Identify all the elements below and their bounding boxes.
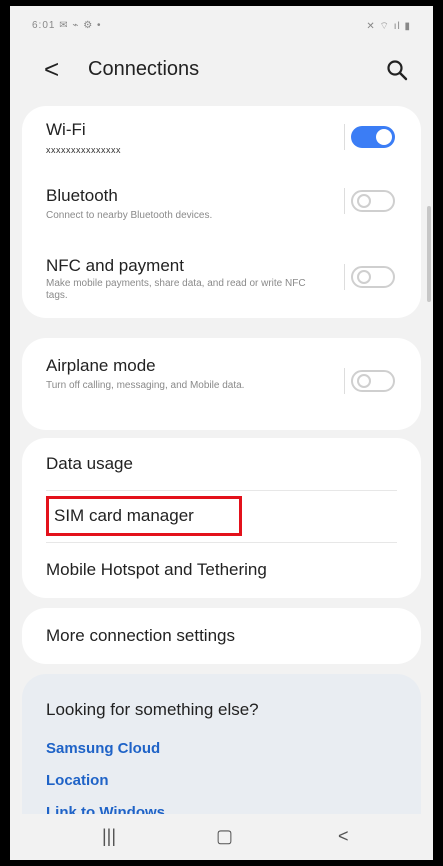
hotspot-row[interactable]: Mobile Hotspot and Tethering [22, 542, 421, 598]
bluetooth-toggle[interactable] [351, 190, 395, 212]
hotspot-label: Mobile Hotspot and Tethering [46, 560, 267, 579]
nfc-toggle[interactable] [351, 266, 395, 288]
status-left: 6:01 ✉ ⌁ ⚙ • [32, 20, 102, 31]
connections-card: Wi-Fi xxxxxxxxxxxxxxx Bluetooth Connect … [22, 106, 421, 318]
recents-button[interactable]: ||| [102, 826, 116, 847]
more-card: More connection settings [22, 608, 421, 664]
airplane-description: Turn off calling, messaging, and Mobile … [46, 380, 245, 391]
airplane-row[interactable]: Airplane mode Turn off calling, messagin… [22, 338, 421, 430]
bluetooth-label: Bluetooth [46, 186, 118, 205]
scrollbar[interactable] [427, 206, 431, 302]
sim-card-manager-row[interactable]: SIM card manager [22, 490, 421, 542]
status-bar: 6:01 ✉ ⌁ ⚙ • ✕ ⌔ ıl ▮ [10, 6, 433, 44]
more-connection-settings-row[interactable]: More connection settings [22, 608, 421, 664]
divider [344, 188, 345, 214]
samsung-cloud-link[interactable]: Samsung Cloud [46, 740, 160, 757]
usage-card: Data usage SIM card manager Mobile Hotsp… [22, 438, 421, 598]
back-button[interactable]: < [44, 54, 59, 85]
nfc-row[interactable]: NFC and payment Make mobile payments, sh… [22, 256, 421, 318]
airplane-toggle[interactable] [351, 370, 395, 392]
bluetooth-description: Connect to nearby Bluetooth devices. [46, 210, 213, 221]
data-usage-row[interactable]: Data usage [22, 438, 421, 490]
airplane-card: Airplane mode Turn off calling, messagin… [22, 338, 421, 430]
more-connection-settings-label: More connection settings [46, 626, 235, 645]
page-title: Connections [88, 58, 200, 80]
status-right: ✕ ⌔ ıl ▮ [366, 21, 411, 32]
bluetooth-row[interactable]: Bluetooth Connect to nearby Bluetooth de… [22, 182, 421, 242]
search-icon[interactable] [385, 58, 409, 82]
divider [344, 124, 345, 150]
back-nav-button[interactable]: < [338, 826, 349, 847]
nfc-description: Make mobile payments, share data, and re… [46, 278, 306, 301]
suggestions-heading: Looking for something else? [46, 700, 259, 719]
wifi-toggle[interactable] [351, 126, 395, 148]
nfc-label: NFC and payment [46, 256, 184, 275]
airplane-label: Airplane mode [46, 356, 156, 375]
phone-screen: 6:01 ✉ ⌁ ⚙ • ✕ ⌔ ıl ▮ < Connections Wi-F… [10, 6, 433, 860]
divider [344, 264, 345, 290]
divider [344, 368, 345, 394]
data-usage-label: Data usage [46, 454, 133, 473]
wifi-label: Wi-Fi [46, 120, 86, 139]
wifi-row[interactable]: Wi-Fi xxxxxxxxxxxxxxx [22, 106, 421, 168]
app-header: < Connections [10, 44, 433, 100]
location-link[interactable]: Location [46, 772, 109, 789]
sim-card-manager-label: SIM card manager [54, 506, 194, 525]
wifi-network-name: xxxxxxxxxxxxxxx [46, 145, 121, 155]
home-button[interactable]: ▢ [216, 826, 233, 847]
navigation-bar: ||| ▢ < [10, 814, 433, 860]
